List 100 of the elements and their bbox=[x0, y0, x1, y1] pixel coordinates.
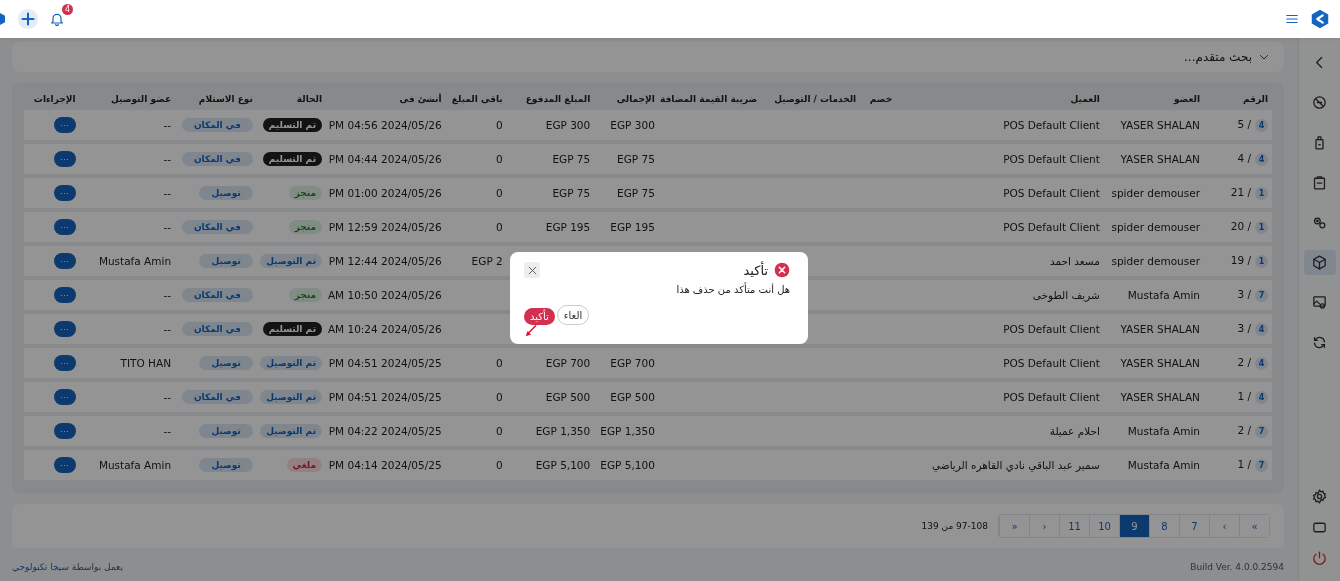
more-button[interactable]: ··· bbox=[53, 321, 76, 337]
pickup-tag: توصيل bbox=[199, 458, 253, 472]
pickup-tag: في المكان bbox=[181, 118, 253, 132]
column-header: نوع الاستلام bbox=[197, 93, 254, 106]
order-count-badge: 1 bbox=[1255, 254, 1268, 268]
column-header: أنشئ فى bbox=[398, 92, 443, 106]
table-cell: EGP 75 bbox=[617, 153, 655, 165]
table-cell: EGP 2 bbox=[471, 255, 503, 267]
column-header: الخدمات / التوصيل bbox=[773, 93, 858, 106]
menu-icon[interactable] bbox=[1285, 12, 1299, 26]
pickup-tag: توصيل bbox=[199, 356, 253, 370]
more-button[interactable]: ··· bbox=[53, 253, 76, 269]
table-cell: EGP 700 bbox=[610, 357, 655, 369]
table-cell: شريف الطوخى bbox=[1032, 289, 1100, 301]
table-cell: PM 04:22 2024/05/25 bbox=[328, 425, 442, 437]
column-header: المبلغ المدفوع bbox=[524, 93, 592, 106]
table-cell: 0 bbox=[496, 425, 503, 437]
table-cell: EGP 75 bbox=[552, 187, 591, 199]
more-button[interactable]: ··· bbox=[53, 423, 76, 439]
pickup-tag: توصيل bbox=[199, 424, 253, 438]
company-link[interactable]: سيجا تكنولوجي bbox=[12, 562, 69, 572]
order-number: 21 / bbox=[1230, 186, 1251, 199]
column-header: العضو bbox=[1172, 93, 1201, 106]
table-cell: POS Default Client bbox=[1003, 221, 1100, 233]
box-icon[interactable] bbox=[1303, 250, 1336, 275]
status-tag: ملغي bbox=[286, 458, 322, 472]
more-button[interactable]: ··· bbox=[53, 219, 76, 235]
table-cell: 0 bbox=[496, 153, 503, 165]
table-cell: EGP 195 bbox=[610, 221, 655, 233]
table-cell: PM 04:51 2024/05/25 bbox=[328, 357, 442, 369]
table-cell: EGP 1,350 bbox=[600, 425, 655, 437]
table-cell: spider demouser bbox=[1111, 255, 1200, 267]
more-button[interactable]: ··· bbox=[53, 457, 76, 473]
add-icon[interactable] bbox=[17, 8, 39, 30]
table-cell: YASER SHALAN bbox=[1120, 153, 1200, 165]
table-cell: YASER SHALAN bbox=[1120, 391, 1200, 403]
column-header: عضو التوصيل bbox=[110, 93, 173, 106]
table-cell: POS Default Client bbox=[1003, 357, 1100, 369]
table-cell: -- bbox=[163, 323, 172, 335]
table-cell: Mustafa Amin bbox=[98, 255, 172, 267]
table-cell: EGP 195 bbox=[545, 221, 591, 233]
more-button[interactable]: ··· bbox=[53, 117, 76, 133]
table-cell: EGP 300 bbox=[545, 119, 591, 131]
table-cell: 0 bbox=[496, 459, 503, 471]
table-cell: -- bbox=[163, 391, 172, 403]
build-version: Build Ver. 4.0.0.2594 bbox=[1190, 562, 1284, 572]
pickup-tag: في المكان bbox=[181, 322, 253, 336]
settings-icon[interactable] bbox=[1311, 488, 1328, 505]
more-button[interactable]: ··· bbox=[53, 185, 76, 201]
advanced-search-toggle[interactable]: بحث متقدم... bbox=[1184, 50, 1270, 64]
table-cell: Mustafa Amin bbox=[1127, 289, 1200, 301]
order-number: 2 / bbox=[1237, 356, 1251, 369]
pickup-tag: في المكان bbox=[181, 390, 253, 404]
table-cell: YASER SHALAN bbox=[1120, 119, 1200, 131]
table-cell: EGP 5,100 bbox=[535, 459, 591, 471]
order-count-badge: 7 bbox=[1255, 458, 1268, 472]
table-cell: -- bbox=[163, 425, 172, 437]
cancel-button[interactable]: الغاء bbox=[556, 305, 590, 325]
order-number: 3 / bbox=[1237, 288, 1251, 301]
page-button[interactable]: 9 bbox=[1119, 515, 1149, 537]
order-count-badge: 4 bbox=[1255, 152, 1268, 166]
order-count-badge: 4 bbox=[1255, 390, 1268, 404]
order-number: 1 / bbox=[1237, 458, 1251, 471]
page-button[interactable]: » bbox=[1239, 515, 1269, 537]
more-button[interactable]: ··· bbox=[53, 287, 76, 303]
table-cell: PM 01:00 2024/05/26 bbox=[328, 187, 442, 199]
more-button[interactable]: ··· bbox=[53, 389, 76, 405]
more-button[interactable]: ··· bbox=[53, 355, 76, 371]
table-cell: POS Default Client bbox=[1003, 153, 1100, 165]
order-count-badge: 4 bbox=[1255, 322, 1268, 336]
status-tag: منجز bbox=[288, 288, 322, 302]
page-range: 97-108 من 139 bbox=[921, 521, 988, 531]
order-number: 4 / bbox=[1237, 152, 1251, 165]
table-cell: سمير عبد الباقي نادي القاهره الرياضي bbox=[931, 459, 1100, 471]
table-cell: -- bbox=[163, 289, 172, 301]
table-cell: spider demouser bbox=[1111, 221, 1200, 233]
table-cell: 0 bbox=[496, 187, 503, 199]
table-cell: Mustafa Amin bbox=[98, 459, 172, 471]
power-icon[interactable] bbox=[1311, 550, 1328, 567]
table-cell: PM 04:44 2024/05/26 bbox=[328, 153, 442, 165]
table-cell: احلام عميلة bbox=[1049, 425, 1100, 437]
order-count-badge: 7 bbox=[1255, 288, 1268, 302]
pointer-arrow-icon bbox=[524, 324, 538, 338]
column-header: باقى المبلغ bbox=[450, 93, 504, 106]
table-cell: POS Default Client bbox=[1003, 391, 1100, 403]
more-button[interactable]: ··· bbox=[53, 151, 76, 167]
confirm-button[interactable]: تأكيد bbox=[524, 308, 555, 325]
column-header: الرقم bbox=[1242, 93, 1269, 106]
order-number: 5 / bbox=[1237, 118, 1251, 131]
table-cell: EGP 5,100 bbox=[600, 459, 655, 471]
column-header: الحالة bbox=[295, 93, 323, 106]
table-cell: EGP 300 bbox=[610, 119, 655, 131]
order-number: 2 / bbox=[1237, 424, 1251, 437]
error-icon bbox=[774, 262, 790, 278]
logo-icon bbox=[1309, 8, 1331, 30]
notification-bell-icon[interactable] bbox=[49, 11, 65, 27]
status-tag: تم التسليم bbox=[262, 118, 322, 132]
order-count-badge: 1 bbox=[1255, 220, 1268, 234]
table-cell: Mustafa Amin bbox=[1127, 459, 1200, 471]
close-button[interactable] bbox=[524, 262, 540, 278]
